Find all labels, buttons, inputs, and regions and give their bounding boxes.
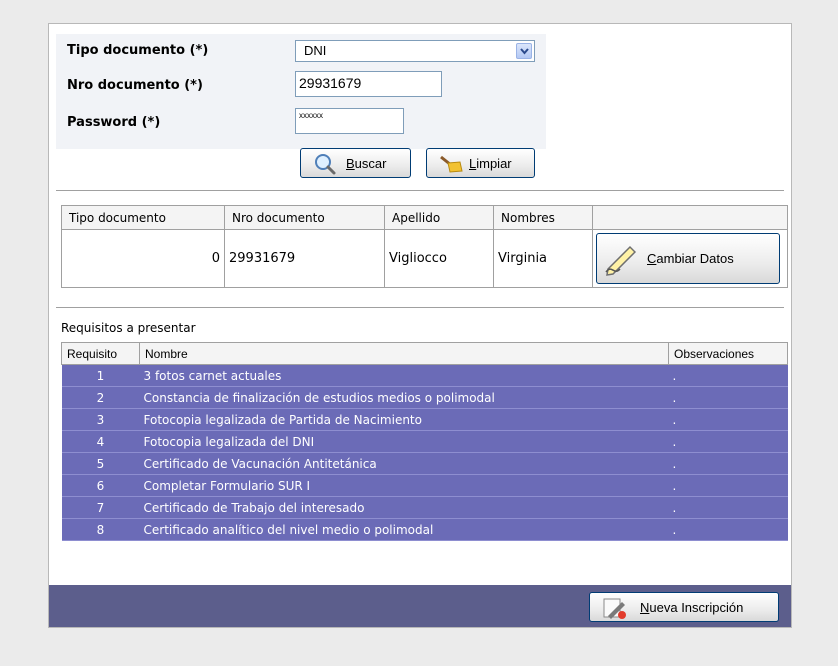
cell-tipo: 0: [61, 229, 225, 288]
cell-obs: .: [668, 452, 788, 475]
cell-nombre: 3 fotos carnet actuales: [139, 364, 669, 387]
results-table: Tipo documento Nro documento Apellido No…: [61, 205, 788, 288]
cell-nombre: Fotocopia legalizada de Partida de Nacim…: [139, 408, 669, 431]
cell-nombre: Completar Formulario SUR I: [139, 474, 669, 497]
cell-nombre: Certificado analítico del nivel medio o …: [139, 518, 669, 541]
cell-nombre: Certificado de Trabajo del interesado: [139, 496, 669, 519]
requisitos-header-row: Requisito Nombre Observaciones: [61, 342, 788, 365]
col-observaciones: Observaciones: [668, 342, 788, 365]
separator: [56, 190, 784, 191]
col-nombres: Nombres: [493, 205, 593, 230]
cell-obs: .: [668, 408, 788, 431]
cell-apellido: Vigliocco: [384, 229, 494, 288]
table-row: 5 Certificado de Vacunación Antitetánica.: [61, 452, 788, 475]
requisitos-title: Requisitos a presentar: [61, 321, 196, 335]
nro-documento-input[interactable]: 29931679: [295, 71, 442, 97]
nueva-inscripcion-button[interactable]: Nueva Inscripción: [589, 592, 779, 622]
cell-num: 1: [61, 364, 140, 387]
cell-num: 2: [61, 386, 140, 409]
results-header-row: Tipo documento Nro documento Apellido No…: [61, 205, 788, 230]
table-row: 13 fotos carnet actuales.: [61, 364, 788, 387]
table-row: 8 Certificado analítico del nivel medio o…: [61, 518, 788, 541]
footer-bar: Nueva Inscripción: [49, 585, 791, 627]
cell-num: 6: [61, 474, 140, 497]
cell-obs: .: [668, 364, 788, 387]
nro-documento-value: 29931679: [299, 75, 362, 91]
new-document-icon: [603, 598, 626, 619]
tipo-documento-select[interactable]: DNI: [295, 40, 535, 62]
col-nombre: Nombre: [139, 342, 669, 365]
cell-num: 7: [61, 496, 140, 519]
tipo-documento-label: Tipo documento (*): [67, 43, 209, 58]
table-row: 4 Fotocopia legalizada del DNI.: [61, 430, 788, 453]
cell-nro: 29931679: [224, 229, 385, 288]
nro-documento-label: Nro documento (*): [67, 78, 203, 93]
col-requisito: Requisito: [61, 342, 140, 365]
chevron-down-icon[interactable]: [516, 43, 532, 59]
search-icon: [315, 154, 336, 175]
table-row: 6 Completar Formulario SUR I.: [61, 474, 788, 497]
cell-obs: .: [668, 430, 788, 453]
cell-num: 5: [61, 452, 140, 475]
tipo-documento-value: DNI: [304, 43, 327, 58]
col-apellido: Apellido: [384, 205, 494, 230]
table-row: 3 Fotocopia legalizada de Partida de Naci…: [61, 408, 788, 431]
cell-obs: .: [668, 518, 788, 541]
cell-num: 3: [61, 408, 140, 431]
cell-obs: .: [668, 386, 788, 409]
table-row: 0 29931679 Vigliocco Virginia Cambiar Da…: [61, 229, 788, 288]
cell-nombres: Virginia: [493, 229, 593, 288]
cell-nombre: Constancia de finalización de estudios m…: [139, 386, 669, 409]
main-panel: Tipo documento (*) DNI Nro documento (*)…: [48, 23, 792, 628]
col-acciones: [592, 205, 788, 230]
table-row: 2 Constancia de finalización de estudios …: [61, 386, 788, 409]
cell-acciones: Cambiar Datos: [592, 229, 788, 288]
cell-obs: .: [668, 496, 788, 519]
password-label: Password (*): [67, 115, 161, 130]
broom-icon: [440, 155, 463, 173]
buscar-button[interactable]: Buscar: [300, 148, 411, 178]
table-row: 7 Certificado de Trabajo del interesado.: [61, 496, 788, 519]
cell-num: 8: [61, 518, 140, 541]
cell-nombre: Fotocopia legalizada del DNI: [139, 430, 669, 453]
limpiar-button[interactable]: Limpiar: [426, 148, 535, 178]
search-form: Tipo documento (*) DNI Nro documento (*)…: [56, 34, 546, 149]
password-value: xxxxxx: [299, 111, 323, 120]
cambiar-datos-button[interactable]: Cambiar Datos: [596, 233, 780, 284]
cell-nombre: Certificado de Vacunación Antitetánica: [139, 452, 669, 475]
cell-num: 4: [61, 430, 140, 453]
col-nro-documento: Nro documento: [224, 205, 385, 230]
edit-icon: [605, 245, 637, 276]
separator: [56, 307, 784, 308]
password-input[interactable]: xxxxxx: [295, 108, 404, 134]
col-tipo-documento: Tipo documento: [61, 205, 225, 230]
cell-obs: .: [668, 474, 788, 497]
requisitos-table: Requisito Nombre Observaciones 13 fotos …: [61, 342, 788, 541]
